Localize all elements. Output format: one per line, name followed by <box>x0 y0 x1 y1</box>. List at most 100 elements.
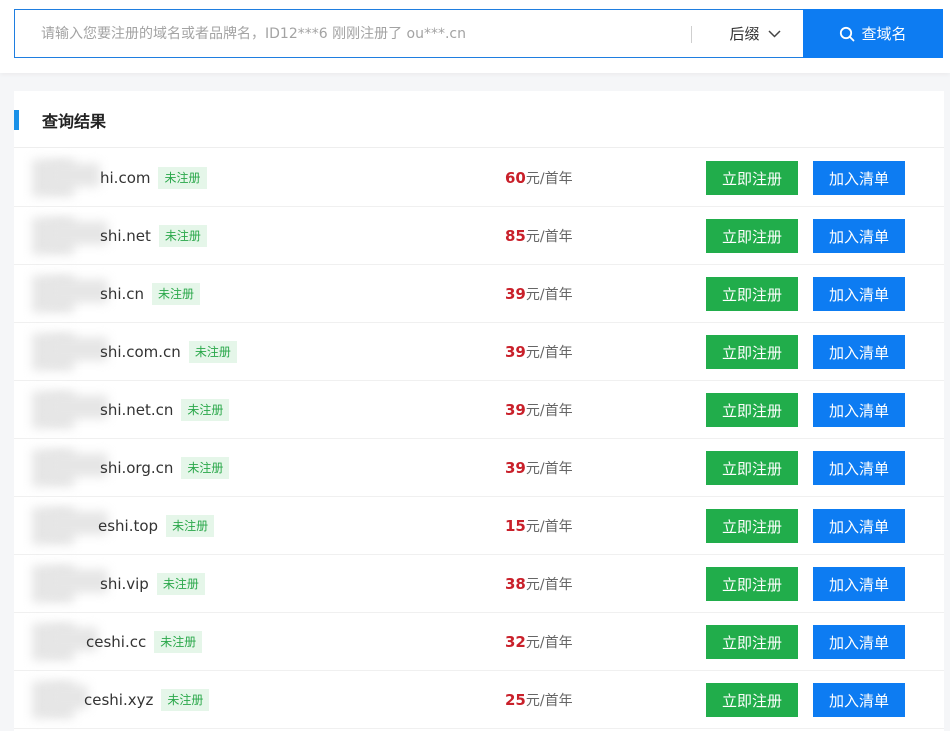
status-badge: 未注册 <box>154 631 203 653</box>
header-accent-bar <box>14 110 19 130</box>
status-badge: 未注册 <box>181 457 230 479</box>
add-to-list-button[interactable]: 加入清单 <box>813 219 905 253</box>
domain-cell: eshi.top 未注册 <box>98 497 215 555</box>
domain-cell: shi.org.cn 未注册 <box>100 439 230 497</box>
table-row: shi.vip 未注册 38 元/首年 立即注册 加入清单 <box>14 555 944 613</box>
add-to-list-button[interactable]: 加入清单 <box>813 683 905 717</box>
register-button[interactable]: 立即注册 <box>706 393 798 427</box>
domain-name: ceshi.cc <box>86 633 147 651</box>
add-to-list-button[interactable]: 加入清单 <box>813 161 905 195</box>
add-to-list-button[interactable]: 加入清单 <box>813 451 905 485</box>
domain-name: shi.net <box>100 227 151 245</box>
domain-cell: shi.cn 未注册 <box>100 265 201 323</box>
register-button[interactable]: 立即注册 <box>706 161 798 195</box>
status-badge: 未注册 <box>158 167 207 189</box>
add-to-list-button[interactable]: 加入清单 <box>813 335 905 369</box>
register-button[interactable]: 立即注册 <box>706 509 798 543</box>
result-title: 查询结果 <box>42 112 107 131</box>
domain-name: shi.org.cn <box>100 459 174 477</box>
add-to-list-button[interactable]: 加入清单 <box>813 625 905 659</box>
domain-cell: hi.com 未注册 <box>100 149 207 207</box>
price-value: 39 <box>505 401 526 419</box>
domain-cell: ceshi.cc 未注册 <box>86 613 203 671</box>
table-row: eshi.top 未注册 15 元/首年 立即注册 加入清单 <box>14 497 944 555</box>
price-unit: 元/首年 <box>525 229 573 245</box>
table-row: ceshi.xyz 未注册 25 元/首年 立即注册 加入清单 <box>14 671 944 729</box>
price-unit: 元/首年 <box>525 461 573 477</box>
status-badge: 未注册 <box>181 399 230 421</box>
price-value: 39 <box>505 285 526 303</box>
price-cell: 60 元/首年 <box>505 149 573 207</box>
price-cell: 85 元/首年 <box>505 207 573 265</box>
table-row: shi.net.cn 未注册 39 元/首年 立即注册 加入清单 <box>14 381 944 439</box>
price-unit: 元/首年 <box>525 519 573 535</box>
register-button[interactable]: 立即注册 <box>706 219 798 253</box>
domain-name: hi.com <box>100 169 151 187</box>
search-button[interactable]: 查域名 <box>803 9 943 58</box>
price-cell: 25 元/首年 <box>505 671 573 729</box>
search-icon <box>840 26 855 41</box>
price-value: 39 <box>505 459 526 477</box>
add-to-list-button[interactable]: 加入清单 <box>813 509 905 543</box>
domain-name: shi.cn <box>100 285 145 303</box>
register-button[interactable]: 立即注册 <box>706 277 798 311</box>
table-row: shi.com.cn 未注册 39 元/首年 立即注册 加入清单 <box>14 323 944 381</box>
search-divider <box>691 26 692 43</box>
price-cell: 39 元/首年 <box>505 323 573 381</box>
table-row: hi.com 未注册 60 元/首年 立即注册 加入清单 <box>14 149 944 207</box>
price-value: 85 <box>505 227 526 245</box>
domain-name: ceshi.xyz <box>84 691 154 709</box>
add-to-list-button[interactable]: 加入清单 <box>813 277 905 311</box>
search-bar: 后缀 查域名 <box>0 0 950 73</box>
price-unit: 元/首年 <box>525 403 573 419</box>
add-to-list-button[interactable]: 加入清单 <box>813 393 905 427</box>
price-cell: 15 元/首年 <box>505 497 573 555</box>
suffix-dropdown[interactable]: 后缀 <box>705 10 805 57</box>
price-cell: 39 元/首年 <box>505 381 573 439</box>
chevron-down-icon <box>767 29 781 38</box>
price-unit: 元/首年 <box>525 577 573 593</box>
domain-name: eshi.top <box>98 517 159 535</box>
price-unit: 元/首年 <box>525 693 573 709</box>
search-box: 后缀 <box>14 9 804 58</box>
table-row: shi.net 未注册 85 元/首年 立即注册 加入清单 <box>14 207 944 265</box>
add-to-list-button[interactable]: 加入清单 <box>813 567 905 601</box>
redacted-prefix <box>50 685 88 709</box>
domain-cell: shi.vip 未注册 <box>100 555 205 613</box>
domain-name: shi.net.cn <box>100 401 174 419</box>
register-button[interactable]: 立即注册 <box>706 683 798 717</box>
price-value: 39 <box>505 343 526 361</box>
result-list: hi.com 未注册 60 元/首年 立即注册 加入清单 shi.net 未注册 85 元/首年立… <box>14 149 944 729</box>
status-badge: 未注册 <box>152 283 201 305</box>
table-row: ceshi.cc 未注册 32 元/首年 立即注册 加入清单 <box>14 613 944 671</box>
domain-cell: shi.net.cn 未注册 <box>100 381 230 439</box>
register-button[interactable]: 立即注册 <box>706 567 798 601</box>
domain-name: shi.vip <box>100 575 149 593</box>
status-badge: 未注册 <box>156 573 205 595</box>
status-badge: 未注册 <box>166 515 215 537</box>
price-value: 32 <box>505 633 526 651</box>
table-row: shi.org.cn 未注册 39 元/首年 立即注册 加入清单 <box>14 439 944 497</box>
price-unit: 元/首年 <box>525 287 573 303</box>
status-badge: 未注册 <box>188 341 237 363</box>
domain-cell: ceshi.xyz 未注册 <box>84 671 210 729</box>
redacted-prefix <box>50 163 100 187</box>
price-cell: 38 元/首年 <box>505 555 573 613</box>
status-badge: 未注册 <box>158 225 207 247</box>
price-cell: 39 元/首年 <box>505 439 573 497</box>
price-cell: 32 元/首年 <box>505 613 573 671</box>
price-value: 60 <box>505 169 526 187</box>
register-button[interactable]: 立即注册 <box>706 451 798 485</box>
status-badge: 未注册 <box>161 689 210 711</box>
search-input[interactable] <box>15 10 690 57</box>
domain-name: shi.com.cn <box>100 343 181 361</box>
suffix-label: 后缀 <box>729 25 760 43</box>
result-header: 查询结果 <box>14 91 944 148</box>
register-button[interactable]: 立即注册 <box>706 625 798 659</box>
price-value: 38 <box>505 575 526 593</box>
search-button-label: 查域名 <box>861 25 907 43</box>
domain-cell: shi.com.cn 未注册 <box>100 323 237 381</box>
price-unit: 元/首年 <box>525 345 573 361</box>
register-button[interactable]: 立即注册 <box>706 335 798 369</box>
price-value: 25 <box>505 691 526 709</box>
